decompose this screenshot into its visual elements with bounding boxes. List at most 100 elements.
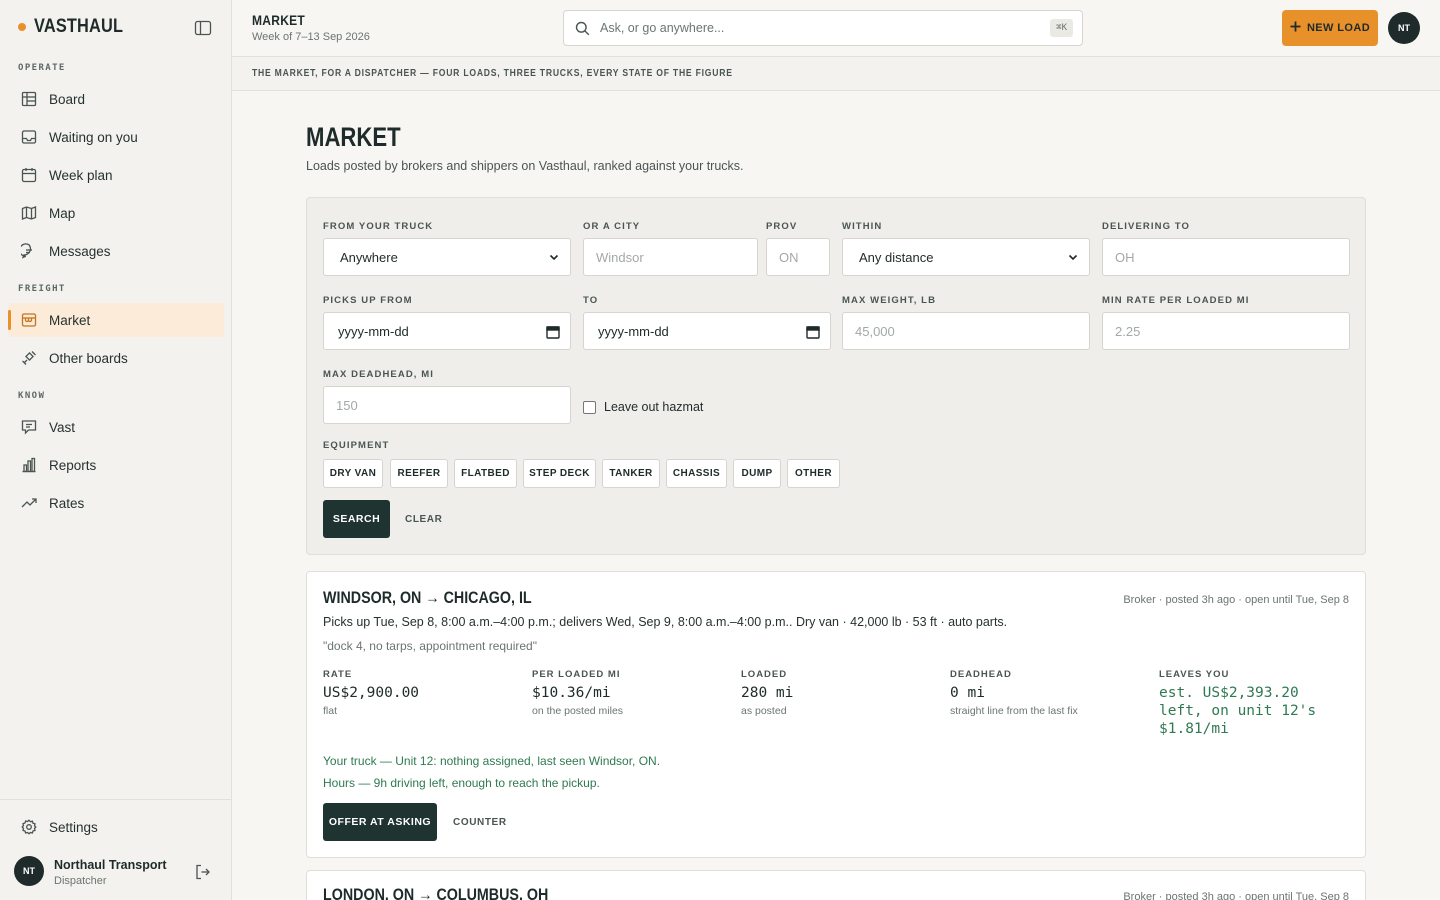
plus-icon [1290, 21, 1301, 35]
load-card[interactable]: LONDON, ON → COLUMBUS, OH Broker · poste… [306, 870, 1366, 900]
metric-value: US$2,900.00 [323, 685, 420, 701]
max-deadhead-placeholder: 150 [336, 397, 358, 413]
calendar-icon[interactable] [806, 325, 820, 342]
search-input[interactable]: Ask, or go anywhere... ⌘K [563, 10, 1083, 46]
sidebar-item-week-plan[interactable]: Week plan [8, 158, 224, 192]
sidebar-collapse-icon[interactable] [194, 20, 212, 36]
bar-chart-icon [20, 456, 38, 474]
sidebar-item-label: Market [49, 312, 91, 328]
sidebar-item-map[interactable]: Map [8, 196, 224, 230]
sidebar-item-label: Settings [49, 819, 98, 835]
sidebar-item-label: Rates [49, 495, 85, 511]
load-posted-info: Broker · posted 3h ago · open until Tue,… [1123, 891, 1349, 900]
filter-panel: FROM YOUR TRUCK Anywhere OR A CITY Winds… [306, 197, 1366, 555]
user-avatar[interactable]: NT [14, 856, 44, 886]
offer-at-asking-button[interactable]: OFFER AT ASKING [323, 803, 437, 841]
topbar: MARKET Week of 7–13 Sep 2026 Ask, or go … [232, 0, 1440, 57]
message-icon [20, 242, 38, 260]
equipment-chip-flatbed[interactable]: FLATBED [454, 459, 517, 488]
metric-sub: straight line from the last fix [950, 705, 1078, 717]
metric-value: est. US$2,393.20 left, on unit 12's $1.8… [1159, 685, 1317, 737]
metric-sub: on the posted miles [532, 705, 624, 717]
nav-section-know: KNOW [18, 391, 46, 401]
equipment-chip-step-deck[interactable]: STEP DECK [523, 459, 596, 488]
calendar-icon[interactable] [546, 325, 560, 342]
equipment-chip-dump[interactable]: DUMP [733, 459, 781, 488]
new-load-label: NEW LOAD [1306, 22, 1371, 34]
metric-deadhead: DEADHEAD 0 mi straight line from the las… [950, 669, 1150, 717]
hazmat-checkbox[interactable] [583, 400, 596, 414]
sidebar-item-reports[interactable]: Reports [8, 448, 224, 482]
brand-name: VASTHAUL [34, 16, 124, 37]
delivering-to-placeholder: OH [1115, 249, 1135, 265]
equipment-label: EQUIPMENT [323, 440, 390, 451]
equipment-chip-dry-van[interactable]: DRY VAN [323, 459, 383, 488]
brand-logo[interactable]: VASTHAUL [18, 16, 138, 38]
sidebar-item-market[interactable]: Market [8, 303, 224, 337]
inbox-icon [20, 128, 38, 146]
delivering-to-input[interactable]: OH [1102, 238, 1350, 276]
metric-rate: RATE US$2,900.00 flat [323, 669, 523, 717]
equipment-chip-tanker[interactable]: TANKER [602, 459, 660, 488]
metric-value: 280 mi [741, 685, 794, 701]
equipment-chip-chassis[interactable]: CHASSIS [666, 459, 727, 488]
load-description: Picks up Tue, Sep 8, 8:00 a.m.–4:00 p.m.… [323, 615, 1008, 629]
min-rate-input[interactable]: 2.25 [1102, 312, 1350, 350]
hazmat-toggle[interactable]: Leave out hazmat [583, 400, 703, 414]
metric-loaded: LOADED 280 mi as posted [741, 669, 941, 717]
sidebar-item-label: Week plan [49, 167, 113, 183]
to-date[interactable]: yyyy-mm-dd [583, 312, 831, 350]
load-route[interactable]: WINDSOR, ON → CHICAGO, IL [323, 588, 532, 608]
context-banner: THE MARKET, FOR A DISPATCHER — FOUR LOAD… [232, 57, 1440, 91]
sidebar: VASTHAUL OPERATE Board Waiting on you We… [0, 0, 232, 900]
delivering-to-label: DELIVERING TO [1102, 221, 1191, 232]
sidebar-item-settings[interactable]: Settings [8, 810, 224, 844]
logout-icon[interactable] [194, 863, 212, 881]
chevron-down-icon [1067, 251, 1079, 266]
map-icon [20, 204, 38, 222]
sidebar-item-rates[interactable]: Rates [8, 486, 224, 520]
prov-placeholder: ON [779, 249, 799, 265]
chat-icon [20, 418, 38, 436]
sidebar-item-waiting-on-you[interactable]: Waiting on you [8, 120, 224, 154]
truck-status: Your truck — Unit 12: nothing assigned, … [323, 754, 661, 768]
sidebar-item-label: Board [49, 91, 86, 107]
city-input[interactable]: Windsor [583, 238, 758, 276]
nav-section-operate: OPERATE [18, 63, 66, 73]
max-deadhead-input[interactable]: 150 [323, 386, 571, 424]
metric-sub: as posted [741, 705, 787, 717]
counter-button[interactable]: COUNTER [453, 817, 507, 828]
metric-label: LEAVES YOU [1159, 669, 1230, 680]
metric-per-loaded-mi: PER LOADED MI $10.36/mi on the posted mi… [532, 669, 732, 717]
min-rate-placeholder: 2.25 [1115, 323, 1141, 339]
within-label: WITHIN [842, 221, 883, 232]
search-button[interactable]: SEARCH [323, 500, 390, 538]
equipment-chip-other[interactable]: OTHER [787, 459, 840, 488]
within-value: Any distance [859, 249, 934, 265]
picks-up-from-value: yyyy-mm-dd [338, 323, 409, 339]
equipment-chip-reefer[interactable]: REEFER [390, 459, 448, 488]
load-card[interactable]: WINDSOR, ON → CHICAGO, IL Broker · poste… [306, 571, 1366, 858]
sidebar-item-other-boards[interactable]: Other boards [8, 341, 224, 375]
metric-value: $10.36/mi [532, 685, 611, 701]
from-truck-select[interactable]: Anywhere [323, 238, 571, 276]
load-route[interactable]: LONDON, ON → COLUMBUS, OH [323, 885, 548, 900]
new-load-button[interactable]: NEW LOAD [1282, 10, 1378, 46]
sidebar-item-vast[interactable]: Vast [8, 410, 224, 444]
board-icon [20, 90, 38, 108]
sidebar-item-board[interactable]: Board [8, 82, 224, 116]
sidebar-footer: Settings NT Northaul Transport Dispatche… [0, 799, 232, 900]
sidebar-item-label: Waiting on you [49, 129, 138, 145]
sidebar-item-label: Reports [49, 457, 97, 473]
within-select[interactable]: Any distance [842, 238, 1090, 276]
sidebar-item-label: Other boards [49, 350, 128, 366]
picks-up-from-date[interactable]: yyyy-mm-dd [323, 312, 571, 350]
prov-input[interactable]: ON [766, 238, 830, 276]
sidebar-item-messages[interactable]: Messages [8, 234, 224, 268]
max-weight-input[interactable]: 45,000 [842, 312, 1090, 350]
account-avatar[interactable]: NT [1388, 12, 1420, 44]
load-posted-info: Broker · posted 3h ago · open until Tue,… [1123, 594, 1349, 606]
sidebar-item-label: Map [49, 205, 76, 221]
max-deadhead-label: MAX DEADHEAD, MI [323, 369, 435, 380]
clear-button[interactable]: CLEAR [405, 514, 442, 525]
